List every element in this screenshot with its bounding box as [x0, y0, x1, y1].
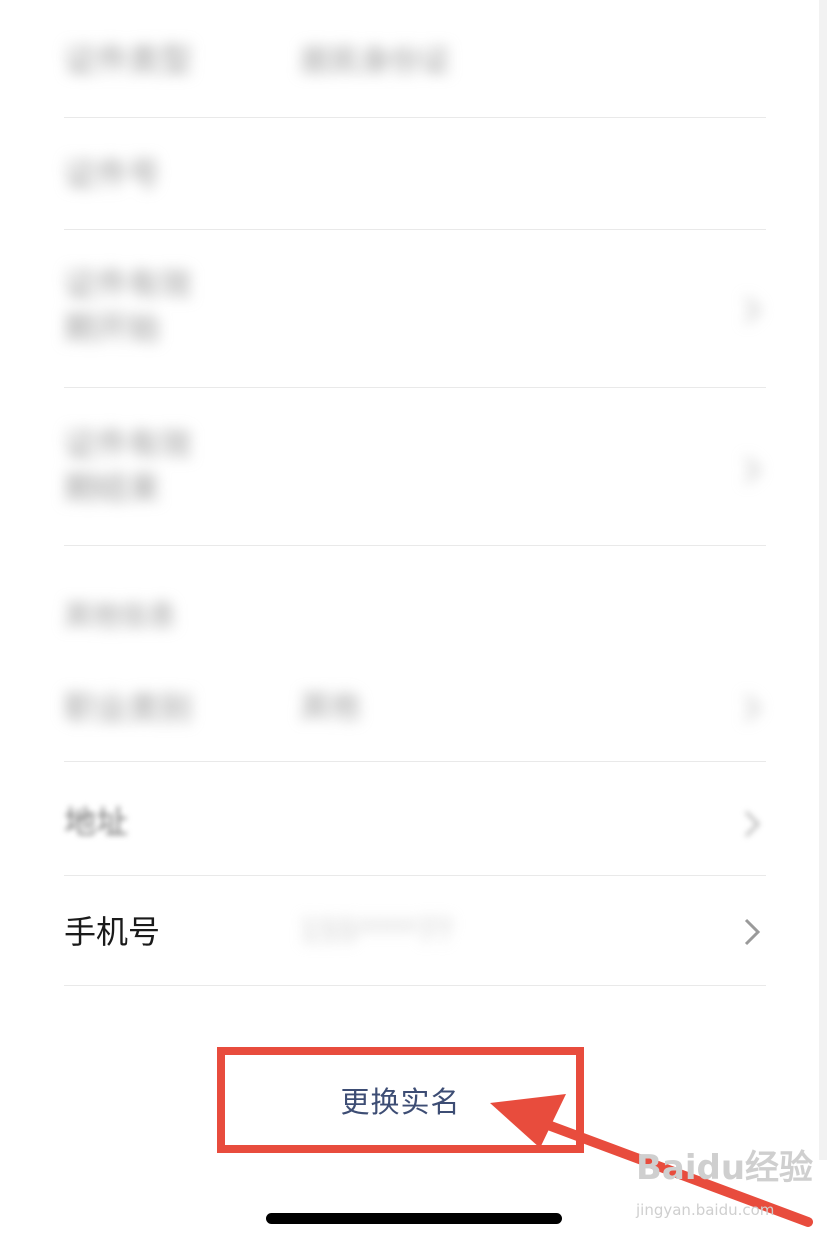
chevron-right-icon	[744, 694, 761, 722]
valid-end-label: 证件有效 期结束	[64, 425, 193, 507]
valid-start-label: 证件有效 期开始	[64, 265, 193, 347]
id-type-row[interactable]: 证件类型 居民身份证	[64, 0, 766, 118]
chevron-right-icon	[744, 810, 761, 838]
id-number-label: 证件号	[64, 155, 161, 193]
phone-row[interactable]: 手机号 155****7?	[64, 876, 766, 986]
occupation-value: 其他	[300, 690, 360, 725]
phone-label: 手机号	[64, 913, 161, 951]
occupation-row[interactable]: 职业类别 其他	[64, 652, 766, 762]
chevron-right-icon	[744, 456, 761, 484]
section-header-other-info: 其他信息	[64, 599, 177, 632]
id-type-value: 居民身份证	[300, 44, 450, 79]
chevron-right-icon	[744, 918, 761, 946]
chevron-right-icon	[744, 296, 761, 324]
occupation-label: 职业类别	[64, 689, 193, 727]
valid-end-row[interactable]: 证件有效 期结束	[64, 388, 766, 546]
phone-value: 155****7?	[300, 914, 453, 949]
address-label: 地址	[64, 803, 129, 841]
watermark-logo: Baidu经验	[636, 1148, 814, 1188]
valid-start-row[interactable]: 证件有效 期开始	[64, 230, 766, 388]
id-number-row[interactable]: 证件号	[64, 118, 766, 230]
home-indicator	[266, 1213, 562, 1224]
change-real-name-button[interactable]: 更换实名	[217, 1047, 584, 1153]
id-type-label: 证件类型	[64, 41, 193, 79]
scroll-edge	[819, 0, 827, 1160]
watermark-url: jingyan.baidu.com	[636, 1201, 775, 1219]
address-row[interactable]: 地址	[64, 762, 766, 876]
